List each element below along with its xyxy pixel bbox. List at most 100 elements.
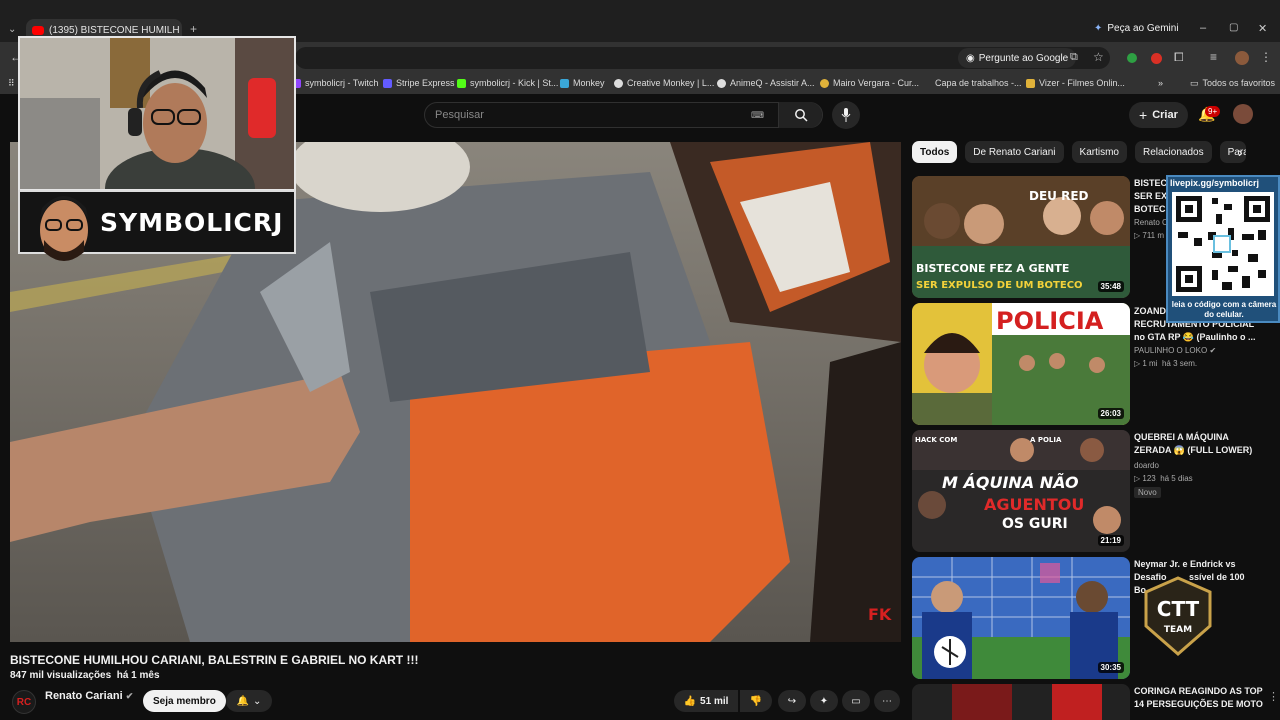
- thumbnail-image: POLICIA: [912, 303, 1130, 425]
- more-bookmarks-icon[interactable]: »: [1158, 72, 1163, 94]
- chip-de-renato-cariani[interactable]: De Renato Cariani: [965, 141, 1064, 163]
- thumbnail-image: HACK COM A POLIA M ÁQUINA NÃO AGUENTOU O…: [912, 430, 1130, 552]
- folder-icon: ▭: [1190, 77, 1199, 88]
- video-watermark: FK: [868, 605, 892, 624]
- like-button[interactable]: 👍 51 mil: [674, 690, 738, 712]
- bookmark-favicon-icon: [1026, 78, 1035, 88]
- bookmark-item[interactable]: Vizer - Filmes Onlin...: [1026, 72, 1125, 94]
- bookmark-item[interactable]: Monkey: [560, 72, 605, 94]
- ask-google-label: Pergunte ao Google: [978, 52, 1069, 64]
- search-button[interactable]: [778, 102, 822, 128]
- share-button[interactable]: ↪: [778, 690, 806, 712]
- bookmark-label: Mairo Vergara - Cur...: [833, 78, 920, 88]
- video-duration: 30:35: [1097, 662, 1124, 673]
- maximize-button[interactable]: ▢: [1229, 22, 1238, 33]
- close-window-button[interactable]: ✕: [1258, 22, 1267, 35]
- youtube-favicon-icon: [32, 25, 44, 35]
- thumb-text: OS GURI: [1002, 516, 1068, 532]
- video-duration: 26:03: [1097, 408, 1124, 419]
- recommendation-thumbnail[interactable]: HACK COM A POLIA M ÁQUINA NÃO AGUENTOU O…: [912, 430, 1130, 552]
- upload-age: há 5 dias: [1160, 474, 1193, 483]
- sparkle-icon: ✦: [819, 695, 829, 707]
- recommendation-thumbnail[interactable]: [912, 684, 1130, 720]
- recommendation-title: CORINGA REAGINDO AS TOP 14 PERSEGUIÇÕES D…: [1134, 685, 1274, 711]
- more-actions-button[interactable]: ⋯: [874, 690, 900, 712]
- thumbnail-image: [912, 684, 1130, 720]
- recommendation-thumbnail[interactable]: DEU RED BISTECONE FEZ A GENTE SER EXPULS…: [912, 176, 1130, 298]
- apps-grid-icon[interactable]: ⠿: [8, 72, 15, 94]
- ask-google-button[interactable]: ◉ Pergunte ao Google: [958, 48, 1077, 68]
- notification-badge: 9+: [1205, 106, 1221, 117]
- tab-title: (1395) BISTECONE HUMILH: [49, 24, 180, 36]
- channel-label: Renato Cariani: [45, 690, 123, 702]
- lens-icon: ◉: [966, 52, 975, 64]
- chip-kartismo[interactable]: Kartismo: [1071, 141, 1127, 163]
- recommendation-views: ▷ 1 mi há 3 sem.: [1134, 359, 1198, 368]
- title-line: CORINGA REAGINDO AS TOP: [1134, 686, 1263, 696]
- minimize-button[interactable]: –: [1200, 22, 1206, 34]
- clip-button[interactable]: ✦: [810, 690, 838, 712]
- gemini-button[interactable]: ✦ Peça ao Gemini: [1094, 23, 1179, 34]
- title-line: QUEBREI A MÁQUINA: [1134, 432, 1229, 442]
- new-tab-button[interactable]: +: [190, 22, 197, 36]
- install-app-icon[interactable]: ⧉: [1070, 51, 1078, 64]
- chips-next-chevron-icon[interactable]: ›: [1238, 144, 1243, 160]
- gemini-label: Peça ao Gemini: [1107, 23, 1179, 34]
- account-avatar[interactable]: [1233, 104, 1253, 124]
- qr-code-icon: [1172, 192, 1274, 296]
- recommendation-info[interactable]: QUEBREI A MÁQUINA ZERADA 😱 (FULL LOWER) d…: [1134, 431, 1274, 498]
- keyboard-icon[interactable]: ⌨: [751, 110, 764, 121]
- bookmark-favicon-icon: [820, 78, 829, 88]
- bookmark-label: AnimeQ - Assistir A...: [730, 78, 815, 88]
- subscribed-bell-button[interactable]: 🔔 ⌄: [226, 690, 272, 712]
- thumb-text: SER EXPULSO DE UM BOTECO: [916, 280, 1083, 291]
- save-button[interactable]: ▭: [842, 690, 870, 712]
- bookmark-item[interactable]: Mairo Vergara - Cur...: [820, 72, 919, 94]
- bookmark-item[interactable]: Capa de trabalhos -...: [922, 72, 1022, 94]
- thumb-text: AGUENTOU: [984, 495, 1084, 514]
- blank-icon: [922, 79, 931, 88]
- bookmark-star-icon[interactable]: ☆: [1093, 50, 1104, 64]
- video-duration: 21:19: [1097, 535, 1124, 546]
- search-input[interactable]: Pesquisar: [425, 109, 751, 121]
- dislike-button[interactable]: 👎: [740, 690, 772, 712]
- extension-green-icon[interactable]: [1127, 53, 1137, 63]
- tab-list-chevron-icon[interactable]: ⌄: [8, 24, 16, 35]
- stripe-icon: [383, 78, 392, 88]
- extensions-puzzle-icon[interactable]: ⧠: [1174, 50, 1184, 65]
- profile-avatar[interactable]: [1235, 51, 1249, 65]
- bookmark-item[interactable]: AnimeQ - Assistir A...: [717, 72, 815, 94]
- team-logo-icon: CTT TEAM: [1144, 576, 1212, 656]
- channel-avatar[interactable]: RC: [12, 690, 36, 714]
- gemini-sparkle-icon: ✦: [1094, 23, 1103, 34]
- video-duration: 35:48: [1097, 281, 1124, 292]
- bookmark-item[interactable]: symbolicrj - Kick | St...: [457, 72, 558, 94]
- voice-search-button[interactable]: [832, 101, 860, 129]
- join-button[interactable]: Seja membro: [143, 690, 226, 712]
- browser-menu-icon[interactable]: ⋮: [1260, 50, 1272, 64]
- video-title: BISTECONE HUMILHOU CARIANI, BALESTRIN E …: [10, 653, 419, 667]
- bookmark-item[interactable]: symbolicrj - Twitch: [292, 72, 378, 94]
- media-control-icon[interactable]: ≡: [1210, 50, 1217, 64]
- bookmark-item[interactable]: Creative Monkey | L...: [614, 72, 714, 94]
- more-options-icon[interactable]: ⋮: [1268, 690, 1279, 703]
- extension-red-icon[interactable]: [1151, 53, 1162, 64]
- thumb-text: POLICIA: [996, 307, 1104, 335]
- filter-chips: Todos De Renato Cariani Kartismo Relacio…: [912, 141, 1246, 163]
- search-icon: [794, 109, 808, 122]
- bookmark-item[interactable]: Stripe Express: [383, 72, 455, 94]
- all-bookmarks-folder[interactable]: ▭ Todos os favoritos: [1190, 72, 1275, 94]
- chip-relacionados[interactable]: Relacionados: [1134, 141, 1212, 163]
- qr-header: livepix.gg/symbolicrj: [1170, 178, 1260, 188]
- chip-todos[interactable]: Todos: [912, 141, 958, 163]
- search-box[interactable]: Pesquisar ⌨: [424, 102, 823, 128]
- channel-name[interactable]: Renato Cariani ✔: [45, 690, 133, 702]
- like-count: 51 mil: [700, 695, 729, 707]
- recommendation-info[interactable]: CORINGA REAGINDO AS TOP 14 PERSEGUIÇÕES D…: [1134, 685, 1274, 711]
- create-button[interactable]: + Criar: [1129, 102, 1188, 128]
- views-count: 1 mi: [1142, 359, 1158, 368]
- recommendation-thumbnail[interactable]: POLICIA 26:03: [912, 303, 1130, 425]
- streamer-name: SYMBOLICRJ: [100, 208, 284, 237]
- recommendation-thumbnail[interactable]: 30:35: [912, 557, 1130, 679]
- bookmark-label: Vizer - Filmes Onlin...: [1039, 78, 1125, 88]
